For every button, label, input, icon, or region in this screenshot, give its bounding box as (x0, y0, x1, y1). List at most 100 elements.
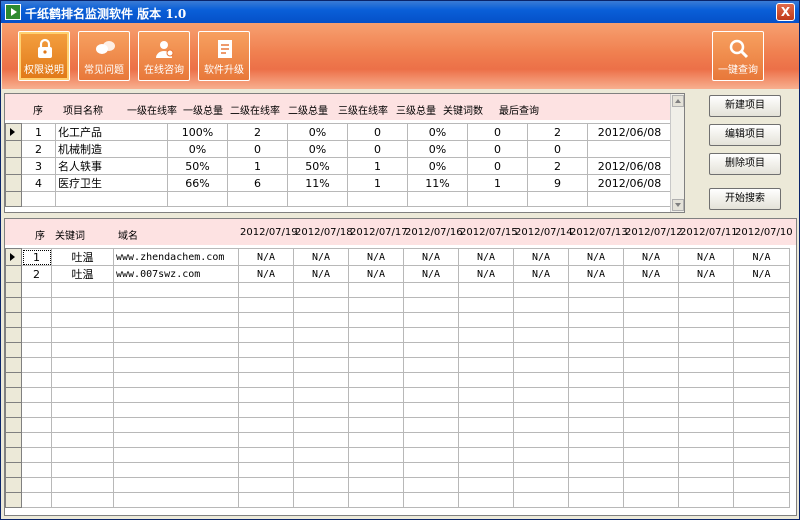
row-selector[interactable] (5, 140, 22, 158)
new-project-button[interactable]: 新建项目 (709, 95, 781, 117)
cell-rank: N/A (458, 265, 514, 283)
projects-grid[interactable]: 序 项目名称 一级在线率 一级总量 二级在线率 二级总量 三级在线率 三级总量 … (4, 93, 685, 213)
cell-last-query (587, 140, 672, 158)
table-row-empty[interactable] (5, 432, 790, 448)
row-selector[interactable] (5, 265, 22, 283)
col-header-level2-online: 二级在线率 (230, 106, 280, 117)
col-header-date-10: 2012/07/10 (735, 227, 793, 238)
cell-rank: N/A (568, 248, 624, 266)
delete-project-button[interactable]: 删除项目 (709, 153, 781, 175)
col-header-date-8: 2012/07/12 (625, 227, 683, 238)
row-selector[interactable] (5, 157, 22, 175)
title-bar[interactable]: 千纸鹤排名监测软件 版本 1.0 X (1, 1, 799, 23)
cell-level3-online: 0% (407, 157, 468, 175)
table-row-empty[interactable] (5, 357, 790, 373)
table-row-empty[interactable] (5, 297, 790, 313)
table-row-empty[interactable] (5, 312, 790, 328)
col-header-level1-online: 一级在线率 (127, 106, 177, 117)
col-header-index: 序 (35, 231, 45, 242)
table-row-empty[interactable] (5, 342, 790, 358)
col-header-date-2: 2012/07/18 (295, 227, 353, 238)
cell-level2-online: 0% (287, 123, 348, 141)
row-selector[interactable] (5, 123, 22, 141)
cell-index: 2 (21, 265, 52, 283)
table-row[interactable]: 3 名人轶事 50% 1 50% 1 0% 0 2 2012/06/08 (5, 157, 672, 175)
cell-level2-total: 1 (347, 174, 408, 192)
table-row-empty[interactable] (5, 282, 790, 298)
table-row-empty[interactable] (5, 417, 790, 433)
document-upgrade-icon (218, 40, 232, 58)
one-click-query-button[interactable]: 一键查询 (712, 31, 764, 81)
table-row[interactable]: 1 吐温 www.zhendachem.com N/A N/A N/A N/A … (5, 248, 790, 266)
keywords-table[interactable]: 1 吐温 www.zhendachem.com N/A N/A N/A N/A … (5, 248, 790, 508)
cell-level3-online: 11% (407, 174, 468, 192)
current-row-arrow-icon (10, 252, 15, 261)
cell-rank: N/A (348, 265, 404, 283)
cell-project-name: 机械制造 (55, 140, 168, 158)
cell-keyword-count: 2 (527, 123, 588, 141)
cell-level1-online: 50% (167, 157, 228, 175)
projects-table[interactable]: 1 化工产品 100% 2 0% 0 0% 0 2 2012/06/08 2 机… (5, 123, 672, 207)
cell-rank: N/A (678, 248, 734, 266)
table-row-empty[interactable] (5, 372, 790, 388)
keywords-grid[interactable]: 序 关键词 域名 2012/07/19 2012/07/18 2012/07/1… (4, 218, 797, 516)
cell-level2-total: 0 (347, 123, 408, 141)
table-row[interactable]: 2 机械制造 0% 0 0% 0 0% 0 0 (5, 140, 672, 158)
table-row-empty[interactable] (5, 402, 790, 418)
table-row-empty[interactable] (5, 327, 790, 343)
cell-rank: N/A (733, 248, 790, 266)
col-header-date-5: 2012/07/15 (460, 227, 518, 238)
cell-last-query: 2012/06/08 (587, 123, 672, 141)
table-row[interactable]: 1 化工产品 100% 2 0% 0 0% 0 2 2012/06/08 (5, 123, 672, 141)
lock-icon (38, 38, 52, 58)
main-window: 千纸鹤排名监测软件 版本 1.0 X 权限说明 常见问题 在线咨询 软件升级 一… (0, 0, 800, 520)
app-icon (5, 4, 21, 20)
cell-project-name: 医疗卫生 (55, 174, 168, 192)
cell-index: 1 (21, 248, 52, 266)
close-button[interactable]: X (776, 3, 795, 21)
start-search-button[interactable]: 开始搜索 (709, 188, 781, 210)
row-selector[interactable] (5, 174, 22, 192)
cell-index: 4 (21, 174, 56, 192)
cell-level1-total: 6 (227, 174, 288, 192)
col-header-date-7: 2012/07/13 (570, 227, 628, 238)
cell-rank: N/A (293, 248, 349, 266)
cell-level3-total: 1 (467, 174, 528, 192)
table-row-empty[interactable] (5, 492, 790, 508)
projects-scrollbar[interactable] (670, 94, 684, 212)
faq-button[interactable]: 常见问题 (78, 31, 130, 81)
table-row[interactable]: 2 吐温 www.007swz.com N/A N/A N/A N/A N/A … (5, 265, 790, 283)
table-row-empty[interactable] (5, 477, 790, 493)
row-selector[interactable] (5, 248, 22, 266)
permissions-label: 权限说明 (24, 65, 64, 76)
col-header-index: 序 (33, 106, 43, 117)
online-consult-button[interactable]: 在线咨询 (138, 31, 190, 81)
table-row-empty[interactable] (5, 191, 672, 207)
cell-level3-total: 0 (467, 123, 528, 141)
cell-level2-total: 0 (347, 140, 408, 158)
cell-rank: N/A (513, 265, 569, 283)
scroll-up-icon[interactable] (672, 95, 684, 107)
cell-rank: N/A (238, 265, 294, 283)
cell-keyword: 吐温 (51, 248, 114, 266)
scroll-down-icon[interactable] (672, 199, 684, 211)
cell-level2-total: 1 (347, 157, 408, 175)
permissions-button[interactable]: 权限说明 (18, 31, 70, 81)
cell-rank: N/A (623, 248, 679, 266)
cell-index: 1 (21, 123, 56, 141)
edit-project-button[interactable]: 编辑项目 (709, 124, 781, 146)
cell-level3-online: 0% (407, 140, 468, 158)
table-row-empty[interactable] (5, 387, 790, 403)
cell-rank: N/A (293, 265, 349, 283)
cell-rank: N/A (348, 248, 404, 266)
upgrade-button[interactable]: 软件升级 (198, 31, 250, 81)
upgrade-label: 软件升级 (204, 65, 244, 76)
table-row-empty[interactable] (5, 462, 790, 478)
cell-last-query: 2012/06/08 (587, 174, 672, 192)
cell-rank: N/A (513, 248, 569, 266)
table-row[interactable]: 4 医疗卫生 66% 6 11% 1 11% 1 9 2012/06/08 (5, 174, 672, 192)
table-row-empty[interactable] (5, 447, 790, 463)
col-header-date-9: 2012/07/11 (680, 227, 738, 238)
cell-level1-online: 100% (167, 123, 228, 141)
cell-rank: N/A (733, 265, 790, 283)
